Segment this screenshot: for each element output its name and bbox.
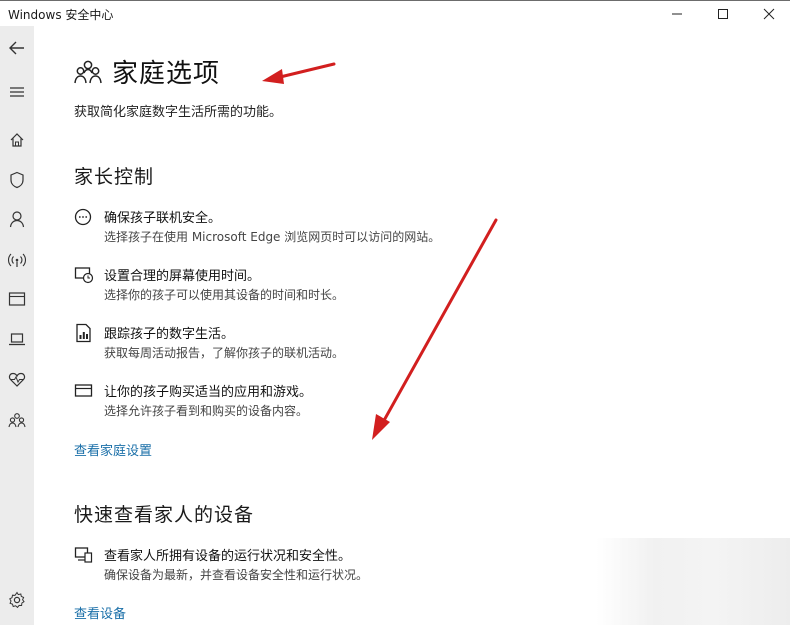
section-title-parental-controls: 家长控制 <box>74 166 155 188</box>
nav-settings[interactable] <box>0 584 34 616</box>
shield-icon <box>10 171 24 189</box>
nav-device-security[interactable] <box>0 323 34 355</box>
window-title: Windows 安全中心 <box>8 8 114 22</box>
menu-icon <box>10 87 24 97</box>
minimize-button[interactable] <box>654 1 700 27</box>
item-title: 确保孩子联机安全。 <box>104 211 222 226</box>
browser-icon <box>8 292 26 306</box>
laptop-icon <box>9 333 25 346</box>
item-description: 选择你的孩子可以使用其设备的时间和时长。 <box>104 288 345 302</box>
nav-app-browser-control[interactable] <box>0 283 34 315</box>
item-title: 查看家人所拥有设备的运行状况和安全性。 <box>104 549 352 564</box>
item-description: 选择孩子在使用 Microsoft Edge 浏览网页时可以访问的网站。 <box>104 230 441 244</box>
maximize-button[interactable] <box>700 1 746 27</box>
nav-device-health[interactable] <box>0 363 34 395</box>
screen-time-icon <box>74 265 94 285</box>
wifi-icon <box>8 253 26 267</box>
section-title-family-devices: 快速查看家人的设备 <box>74 504 255 526</box>
nav-home[interactable] <box>0 124 34 156</box>
heart-icon <box>8 372 26 387</box>
parental-item-online-safety: 确保孩子联机安全。 选择孩子在使用 Microsoft Edge 浏览网页时可以… <box>74 207 634 251</box>
family-icon <box>74 60 102 83</box>
item-title: 让你的孩子购买适当的应用和游戏。 <box>104 385 313 400</box>
item-description: 获取每周活动报告，了解你孩子的联机活动。 <box>104 346 345 360</box>
view-family-settings-link[interactable]: 查看家庭设置 <box>74 440 152 459</box>
back-button[interactable] <box>0 32 34 64</box>
home-icon <box>10 133 24 147</box>
person-icon <box>9 211 25 228</box>
close-icon <box>763 8 775 20</box>
card-icon <box>74 381 94 401</box>
page-subtitle: 获取简化家庭数字生活所需的功能。 <box>74 105 283 120</box>
page-title: 家庭选项 <box>112 59 221 89</box>
close-button[interactable] <box>746 1 790 27</box>
back-icon <box>9 41 24 55</box>
blurred-overlay <box>596 538 790 625</box>
parental-item-screen-time: 设置合理的屏幕使用时间。 选择你的孩子可以使用其设备的时间和时长。 <box>74 265 634 309</box>
nav-account-protection[interactable] <box>0 203 34 235</box>
title-bar: Windows 安全中心 <box>0 0 790 27</box>
item-description: 确保设备为最新，并查看设备安全性和运行状况。 <box>104 568 369 582</box>
maximize-icon <box>718 9 728 19</box>
item-title: 设置合理的屏幕使用时间。 <box>104 269 261 284</box>
devices-item-health: 查看家人所拥有设备的运行状况和安全性。 确保设备为最新，并查看设备安全性和运行状… <box>74 545 634 589</box>
main-content: 家庭选项 获取简化家庭数字生活所需的功能。 家长控制 确保孩子联机安全。 选择孩… <box>34 26 790 625</box>
view-devices-link[interactable]: 查看设备 <box>74 603 126 622</box>
left-nav <box>0 26 34 625</box>
minimize-icon <box>672 13 682 15</box>
chat-bubble-icon <box>74 207 94 227</box>
item-title: 跟踪孩子的数字生活。 <box>104 327 235 342</box>
family-icon <box>8 413 26 428</box>
parental-item-purchases: 让你的孩子购买适当的应用和游戏。 选择允许孩子看到和购买的设备内容。 <box>74 381 634 425</box>
item-description: 选择允许孩子看到和购买的设备内容。 <box>104 404 309 418</box>
gear-icon <box>9 591 25 609</box>
nav-family-options[interactable] <box>0 404 34 436</box>
parental-item-activity-report: 跟踪孩子的数字生活。 获取每周活动报告，了解你孩子的联机活动。 <box>74 323 634 367</box>
page-header: 家庭选项 <box>74 53 220 90</box>
nav-firewall[interactable] <box>0 244 34 276</box>
menu-button[interactable] <box>0 76 34 108</box>
report-icon <box>74 323 94 343</box>
nav-virus-protection[interactable] <box>0 164 34 196</box>
devices-icon <box>74 545 94 565</box>
